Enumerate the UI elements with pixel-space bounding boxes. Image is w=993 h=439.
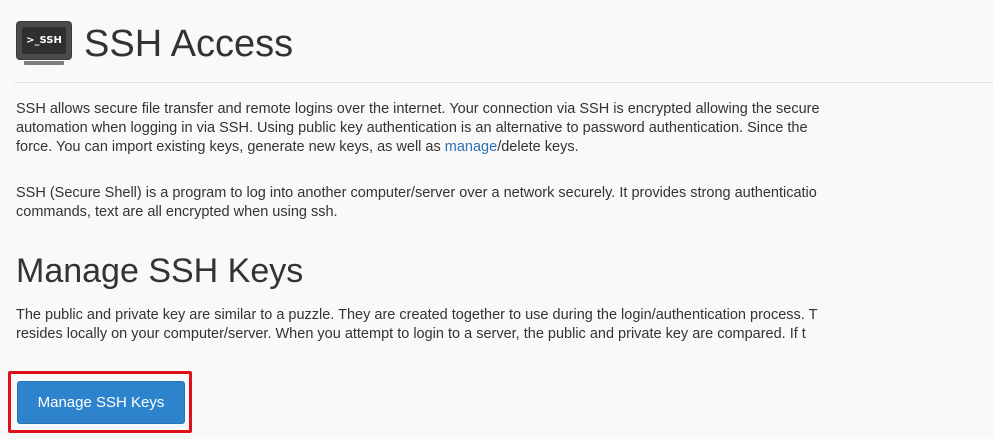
terminal-icon-text: >_SSH [22, 27, 66, 54]
manage-ssh-keys-button[interactable]: Manage SSH Keys [17, 381, 185, 424]
terminal-screen: >_SSH [16, 21, 72, 60]
intro-line-1: SSH allows secure file transfer and remo… [16, 101, 820, 117]
intro-paragraph: SSH allows secure file transfer and remo… [16, 100, 820, 157]
manage-line-1: The public and private key are similar t… [16, 307, 818, 323]
intro-line-2: automation when logging in via SSH. Usin… [16, 120, 808, 136]
terminal-stand [24, 61, 64, 65]
manage-link[interactable]: manage [445, 139, 497, 155]
terminal-icon: >_SSH [16, 21, 72, 67]
manage-section-title: Manage SSH Keys [16, 252, 304, 290]
about-line-1: SSH (Secure Shell) is a program to log i… [16, 185, 817, 201]
manage-description: The public and private key are similar t… [16, 306, 817, 344]
about-paragraph: SSH (Secure Shell) is a program to log i… [16, 184, 817, 222]
intro-line-3-text: force. You can import existing keys, gen… [16, 139, 445, 155]
page-header: >_SSH SSH Access [16, 20, 293, 68]
header-divider [14, 82, 993, 83]
about-line-2: commands, text are all encrypted when us… [16, 204, 338, 220]
page: >_SSH SSH Access SSH allows secure file … [0, 0, 993, 439]
intro-line-3: force. You can import existing keys, gen… [16, 138, 820, 157]
intro-line-3-tail: /delete keys. [497, 139, 579, 155]
page-title: SSH Access [84, 23, 294, 65]
manage-line-2: resides locally on your computer/server.… [16, 326, 806, 342]
